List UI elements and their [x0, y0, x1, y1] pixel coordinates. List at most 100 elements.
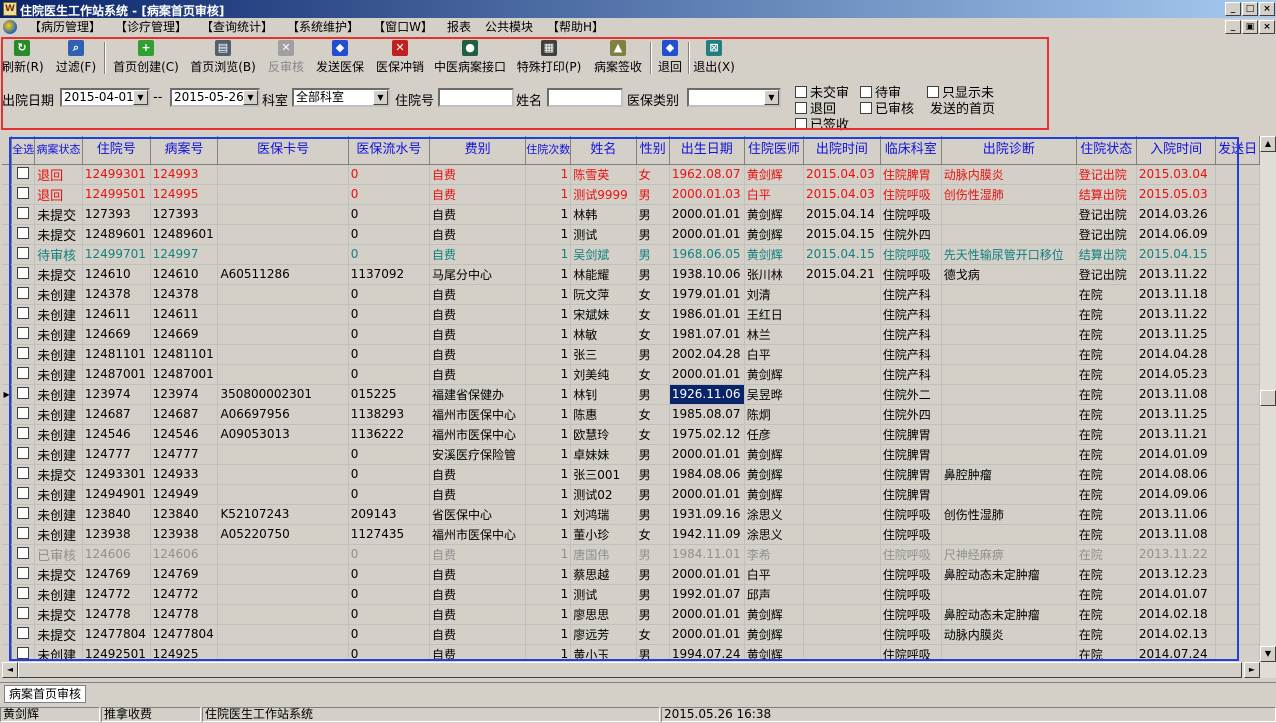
cell-birth[interactable]: 2000.01.01 — [669, 204, 745, 225]
cell-name[interactable]: 张三001 — [570, 464, 637, 485]
column-header[interactable]: 医保流水号 — [348, 136, 431, 165]
cell-state[interactable]: 登记出院 — [1076, 264, 1137, 285]
cell-name[interactable]: 林能耀 — [570, 264, 637, 285]
cell-sex[interactable]: 男 — [636, 504, 670, 525]
cell-case-no[interactable]: 123840 — [150, 504, 219, 525]
cell-send-date[interactable] — [1215, 344, 1260, 365]
cell-admit[interactable]: 2013.11.08 — [1136, 384, 1217, 405]
cell-card[interactable] — [217, 204, 349, 225]
chevron-down-icon[interactable]: ▼ — [373, 90, 388, 105]
cell-card[interactable] — [217, 184, 349, 205]
cell-admit[interactable]: 2014.01.07 — [1136, 584, 1217, 605]
cell-birth[interactable]: 2000.01.01 — [669, 564, 745, 585]
cell-status[interactable]: 未创建 — [34, 484, 83, 505]
cell-adm-no[interactable]: 124772 — [82, 584, 151, 605]
cell-adm-no[interactable]: 124778 — [82, 604, 151, 625]
cell-diag[interactable] — [941, 644, 1077, 660]
cell-diag[interactable] — [941, 284, 1077, 305]
cell-name[interactable]: 卓妹妹 — [570, 444, 637, 465]
row-checkbox[interactable] — [17, 427, 30, 439]
cell-adm-no[interactable]: 123974 — [82, 384, 151, 405]
cell-send-date[interactable] — [1215, 184, 1260, 205]
cell-doctor[interactable]: 任彦 — [744, 424, 805, 445]
row-checkbox[interactable] — [17, 467, 30, 479]
row-select-cell[interactable] — [11, 564, 36, 585]
cell-discharge[interactable]: 2015.04.14 — [803, 204, 881, 225]
cell-birth[interactable]: 1984.08.06 — [669, 464, 745, 485]
cell-admit[interactable]: 2013.11.25 — [1136, 324, 1217, 345]
cell-dept[interactable]: 住院产科 — [880, 284, 942, 305]
cell-doctor[interactable]: 刘清 — [744, 284, 805, 305]
cell-admit[interactable]: 2013.11.25 — [1136, 404, 1217, 425]
cell-admit[interactable]: 2013.12.23 — [1136, 564, 1217, 585]
cell-times[interactable]: 1 — [525, 624, 572, 645]
cell-discharge[interactable] — [803, 484, 881, 505]
cell-adm-no[interactable]: 12487001 — [82, 364, 151, 385]
cell-times[interactable]: 1 — [525, 644, 572, 660]
cell-adm-no[interactable]: 124687 — [82, 404, 151, 425]
table-row[interactable]: 未创建 12481101 12481101 0 自费 1 张三男 2002.04.28 白平 住院… — [2, 344, 1260, 365]
cell-doctor[interactable]: 黄剑辉 — [744, 364, 805, 385]
cell-fee[interactable]: 省医保中心 — [429, 504, 527, 525]
cell-case-no[interactable]: 124610 — [150, 264, 219, 285]
cell-sex[interactable]: 男 — [636, 244, 670, 265]
row-checkbox[interactable] — [17, 447, 30, 459]
cell-status[interactable]: 未创建 — [34, 424, 83, 445]
cell-state[interactable]: 在院 — [1076, 464, 1137, 485]
cell-serial[interactable]: 0 — [348, 444, 431, 465]
cell-admit[interactable]: 2014.06.09 — [1136, 224, 1217, 245]
cell-doctor[interactable]: 黄剑辉 — [744, 624, 805, 645]
column-header[interactable]: 出院时间 — [803, 136, 881, 165]
cell-status[interactable]: 未创建 — [34, 364, 83, 385]
cell-times[interactable]: 1 — [525, 444, 572, 465]
cell-card[interactable]: A06697956 — [217, 404, 349, 425]
cell-dept[interactable]: 住院呼吸 — [880, 524, 942, 545]
cell-state[interactable]: 在院 — [1076, 604, 1137, 625]
cell-adm-no[interactable]: 124611 — [82, 304, 151, 325]
cell-sex[interactable]: 男 — [636, 564, 670, 585]
cell-admit[interactable]: 2014.09.06 — [1136, 484, 1217, 505]
cell-discharge[interactable] — [803, 324, 881, 345]
cell-dept[interactable]: 住院呼吸 — [880, 584, 942, 605]
cell-case-no[interactable]: 123974 — [150, 384, 219, 405]
cell-admit[interactable]: 2013.11.22 — [1136, 544, 1217, 565]
cell-send-date[interactable] — [1215, 324, 1260, 345]
row-checkbox[interactable] — [17, 567, 30, 579]
date-from-picker[interactable]: 2015-04-01 ▼ — [60, 88, 150, 107]
cell-name[interactable]: 测试9999 — [570, 184, 637, 205]
cell-diag[interactable] — [941, 384, 1077, 405]
cell-birth[interactable]: 2002.04.28 — [669, 344, 745, 365]
cell-discharge[interactable] — [803, 444, 881, 465]
vertical-scroll-thumb[interactable] — [1260, 390, 1276, 406]
cell-status[interactable]: 退回 — [34, 184, 83, 205]
row-checkbox[interactable] — [17, 227, 30, 239]
row-select-cell[interactable] — [11, 424, 36, 445]
cell-state[interactable]: 在院 — [1076, 424, 1137, 445]
cell-send-date[interactable] — [1215, 564, 1260, 585]
cell-card[interactable] — [217, 244, 349, 265]
table-row[interactable]: 待审核 12499701 124997 0 自费 1 吴剑斌男 1968.06.05 黄剑辉 20… — [2, 244, 1260, 265]
cell-discharge[interactable] — [803, 384, 881, 405]
cell-case-no[interactable]: 124995 — [150, 184, 219, 205]
table-row[interactable]: 未创建 124669 124669 0 自费 1 林敏女 1981.07.01 林兰 住院产科 在院… — [2, 324, 1260, 345]
cell-case-no[interactable]: 12477804 — [150, 624, 219, 645]
cell-admit[interactable]: 2014.02.13 — [1136, 624, 1217, 645]
cell-fee[interactable]: 自费 — [429, 644, 527, 660]
cell-name[interactable]: 刘鸿瑞 — [570, 504, 637, 525]
row-select-cell[interactable] — [11, 284, 36, 305]
row-select-cell[interactable] — [11, 604, 36, 625]
cell-serial[interactable]: 0 — [348, 584, 431, 605]
cell-send-date[interactable] — [1215, 584, 1260, 605]
scroll-left-icon[interactable]: ◄ — [2, 662, 18, 678]
cell-name[interactable]: 廖远芳 — [570, 624, 637, 645]
cell-name[interactable]: 张三 — [570, 344, 637, 365]
row-select-cell[interactable] — [11, 584, 36, 605]
column-header[interactable]: 住院状态 — [1076, 136, 1137, 165]
cell-case-no[interactable]: 124925 — [150, 644, 219, 660]
cell-discharge[interactable] — [803, 524, 881, 545]
cell-birth[interactable]: 1985.08.07 — [669, 404, 745, 425]
cell-birth[interactable]: 2000.01.01 — [669, 364, 745, 385]
cell-serial[interactable]: 1136222 — [348, 424, 431, 445]
cell-fee[interactable]: 自费 — [429, 324, 527, 345]
cell-times[interactable]: 1 — [525, 224, 572, 245]
